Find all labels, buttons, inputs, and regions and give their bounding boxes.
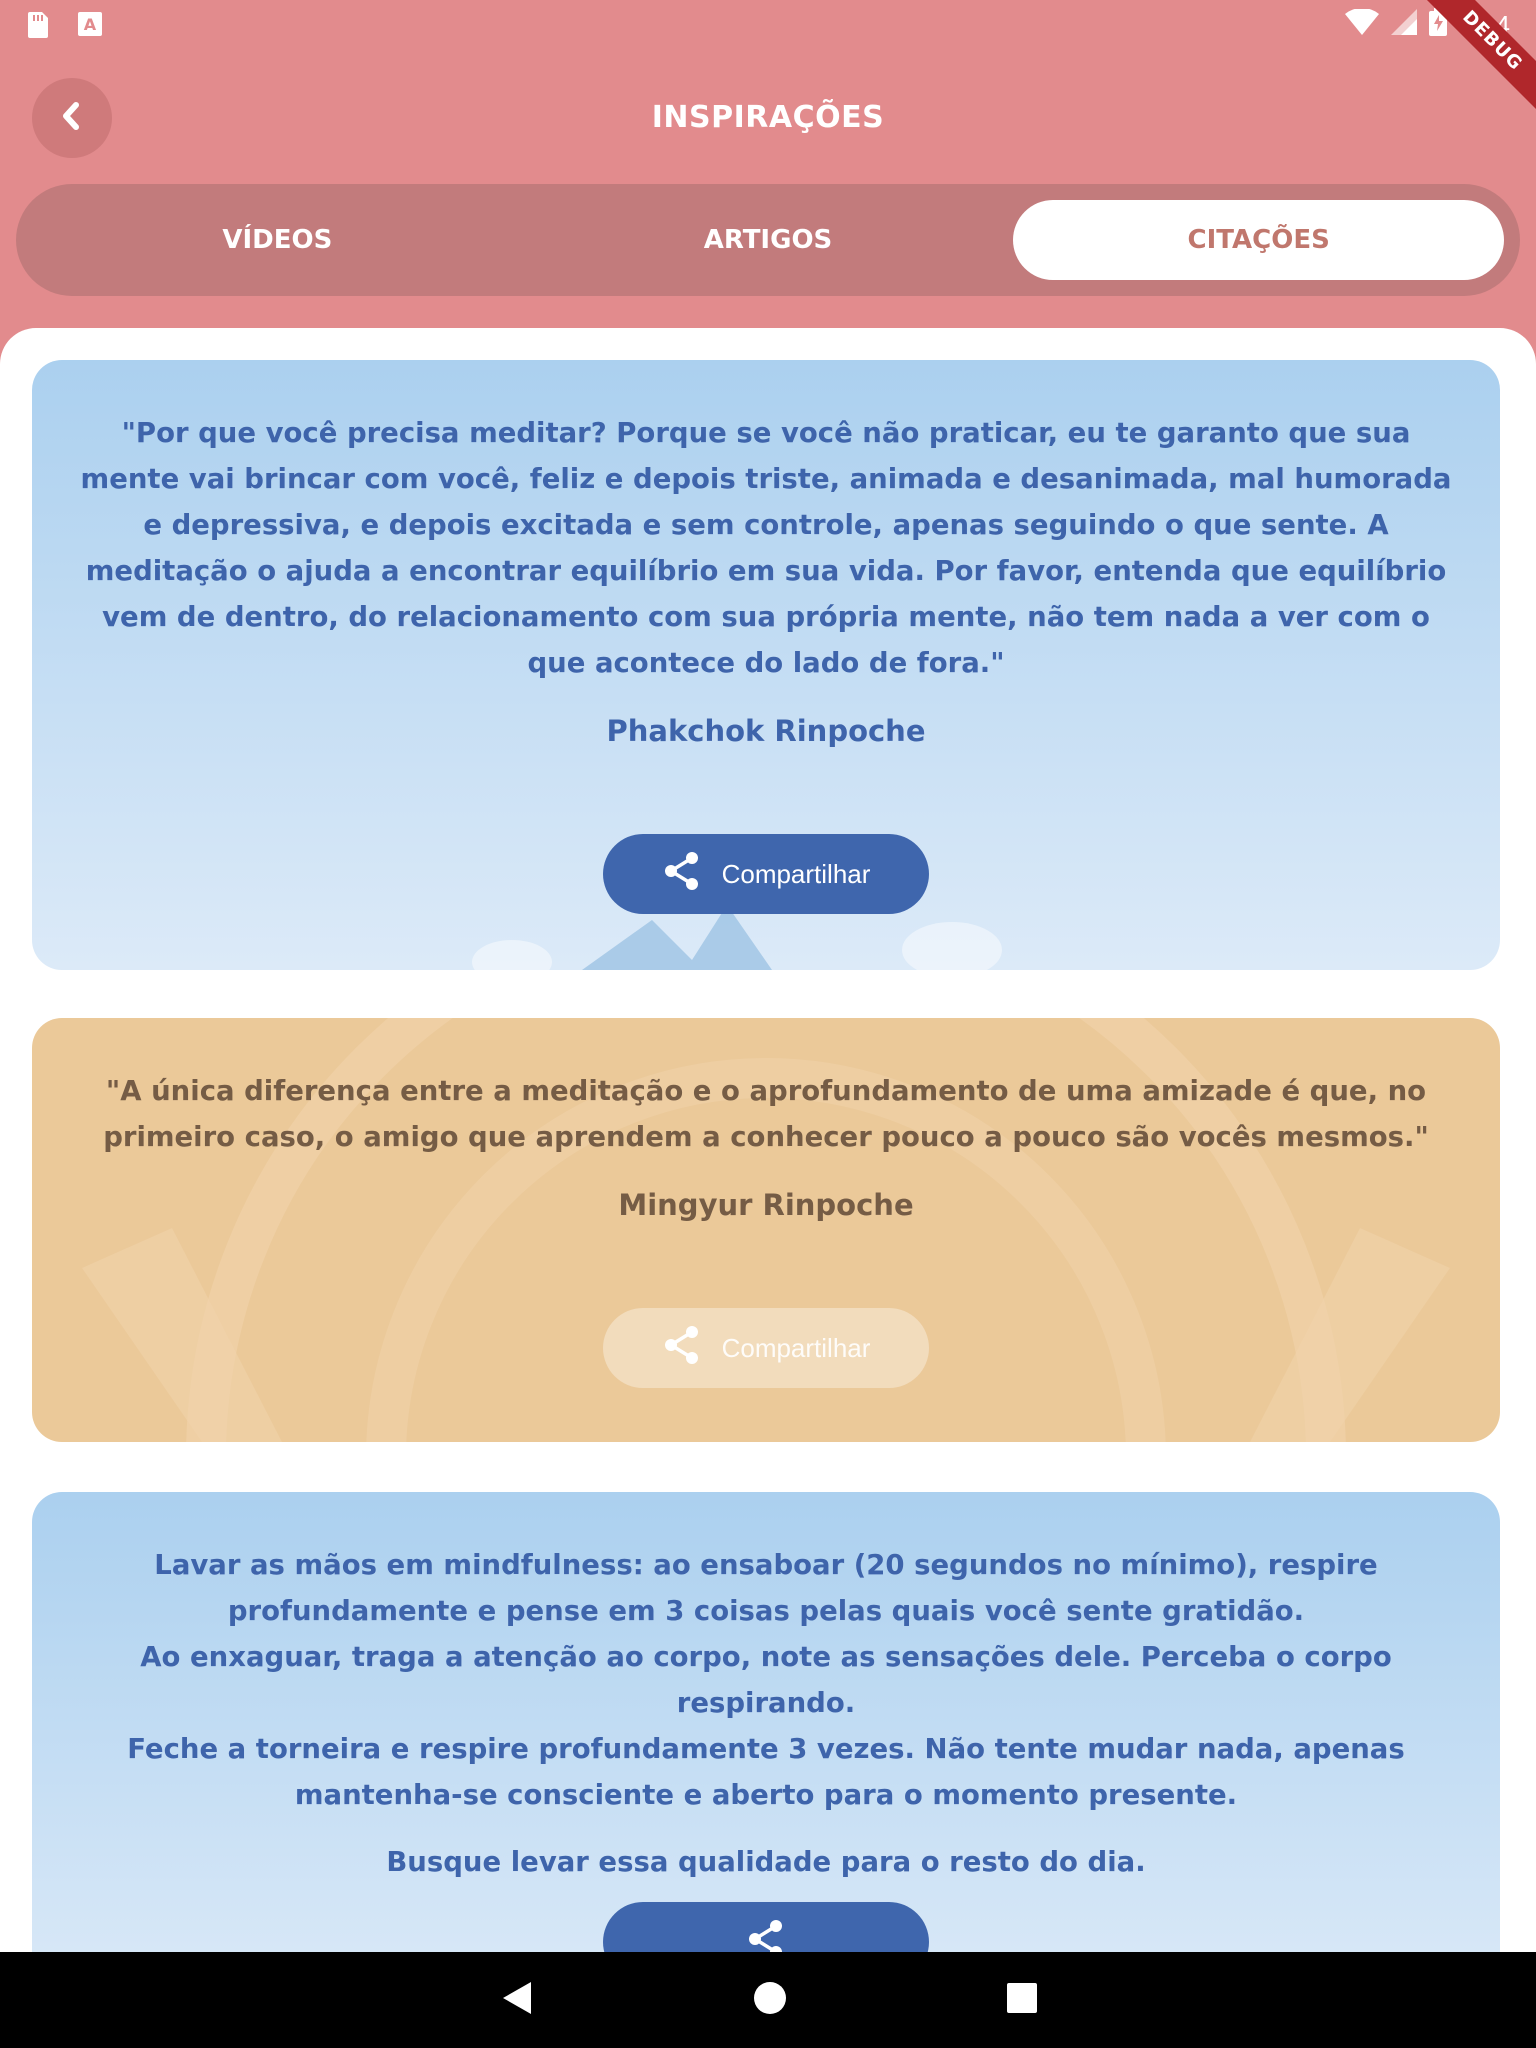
quote-text: "A única diferença entre a meditação e o… [103,1075,1429,1153]
quote-card: Lavar as mãos em mindfulness: ao ensaboa… [32,1492,1500,1952]
quotes-list[interactable]: "Por que você precisa meditar? Porque se… [0,328,1536,1952]
nav-home-icon[interactable] [753,1981,787,2019]
quote-author: Busque levar essa qualidade para o resto… [386,1846,1146,1878]
app-bar: INSPIRAÇÕES [0,60,1536,180]
tab-videos[interactable]: VÍDEOS [32,200,523,280]
share-button[interactable]: Compartilhar [603,834,929,914]
quote-line: Feche a torneira e respire profundamente… [127,1733,1405,1811]
quote-line: Lavar as mãos em mindfulness: ao ensaboa… [154,1549,1378,1627]
text-a-icon: A [78,12,102,36]
wifi-icon [1345,7,1380,42]
page-title: INSPIRAÇÕES [651,100,885,135]
share-button[interactable]: Compartilhar [603,1308,929,1388]
quote-text: "Por que você precisa meditar? Porque se… [80,417,1452,679]
svg-text:A: A [84,15,97,34]
share-label: Compartilhar [721,1332,871,1363]
quote-author: Mingyur Rinpoche [618,1188,914,1222]
system-nav-bar [0,1952,1536,2048]
quote-author: Phakchok Rinpoche [606,714,926,748]
share-label: Compartilhar [721,858,871,889]
tab-bar: VÍDEOS ARTIGOS CITAÇÕES [16,184,1520,296]
nav-recents-icon[interactable] [1007,1983,1037,2017]
quote-card: "Por que você precisa meditar? Porque se… [32,360,1500,970]
signal-icon [1391,9,1418,42]
share-icon [746,1919,786,1952]
quote-line: Ao enxaguar, traga a atenção ao corpo, n… [140,1641,1392,1719]
share-icon [662,1325,702,1372]
nav-back-icon[interactable] [499,1980,533,2020]
share-icon [662,851,702,898]
sd-card-icon [26,12,50,38]
tab-citacoes[interactable]: CITAÇÕES [1013,200,1505,280]
status-bar: A 8:14 DEBUG [0,0,1536,117]
share-button[interactable] [603,1902,929,1952]
tab-artigos[interactable]: ARTIGOS [523,200,1014,280]
quote-card: "A única diferença entre a meditação e o… [32,1018,1500,1442]
